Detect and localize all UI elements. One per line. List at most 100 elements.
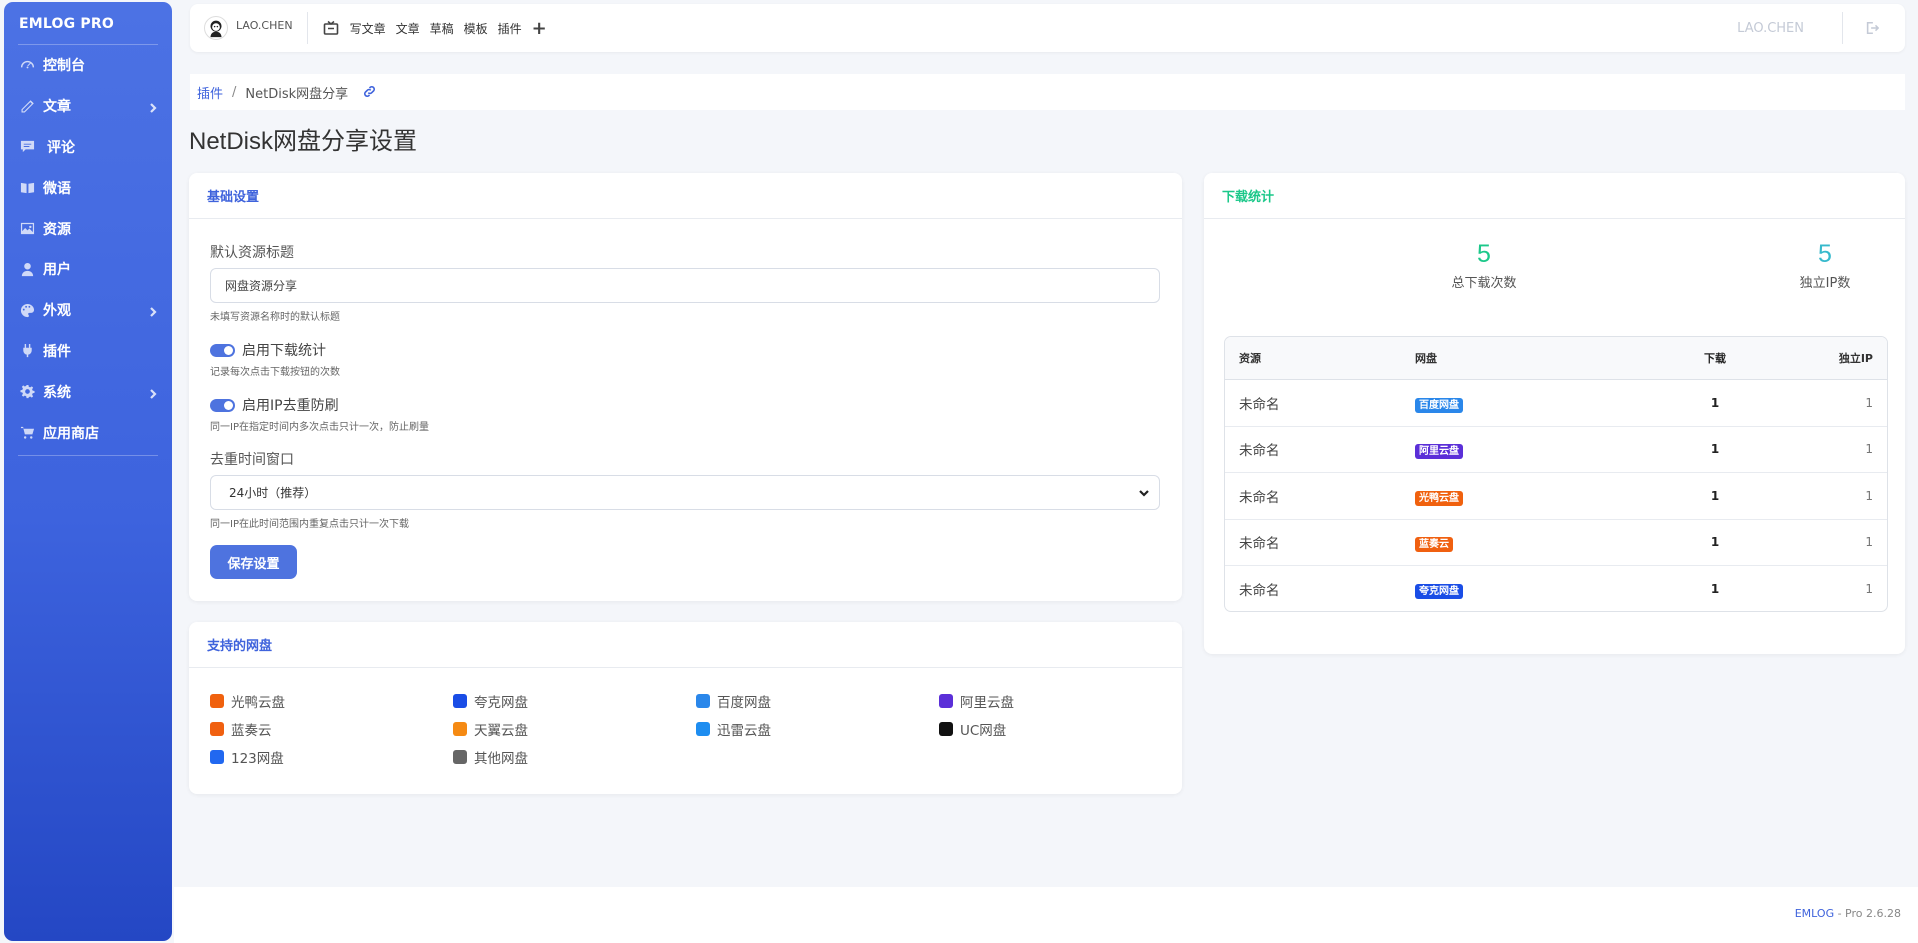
- sidebar-item-articles[interactable]: 文章: [4, 86, 172, 127]
- disk-badge: 光鸭云盘: [1415, 490, 1463, 506]
- chevron-right-icon: [148, 387, 158, 399]
- cell-resource: 未命名: [1239, 396, 1280, 413]
- sidebar-item-resources[interactable]: 资源: [4, 208, 172, 249]
- logout-icon[interactable]: [1865, 20, 1881, 36]
- color-swatch: [210, 750, 224, 764]
- color-swatch: [939, 722, 953, 736]
- micro-post-icon: [17, 180, 37, 196]
- breadcrumb-current: NetDisk网盘分享: [245, 86, 349, 102]
- sidebar: EMLOG PRO 控制台 文章 评论 微语 资源 用户 外观 插件 系统 应用…: [4, 2, 172, 941]
- default-title-input[interactable]: 网盘资源分享: [210, 268, 1160, 303]
- sidebar-item-system[interactable]: 系统: [4, 371, 172, 412]
- cell-disk: 光鸭云盘: [1415, 486, 1463, 506]
- total-downloads-label: 总下载次数: [1451, 276, 1517, 291]
- unique-ip-value: 5: [1818, 240, 1832, 268]
- divider: [306, 12, 308, 44]
- link-icon[interactable]: [363, 85, 377, 99]
- supported-disks-card: 支持的网盘 光鸭云盘 夸克网盘 百度网盘 阿里云盘 蓝奏云 天翼云盘 迅雷云盘 …: [189, 622, 1182, 794]
- sidebar-item-label: 用户: [43, 262, 71, 279]
- cell-downloads: 1: [1710, 535, 1720, 550]
- col-resource: 资源: [1239, 352, 1261, 365]
- avatar[interactable]: [204, 16, 228, 40]
- sidebar-item-plugins[interactable]: 插件: [4, 331, 172, 372]
- col-downloads: 下载: [1704, 352, 1726, 365]
- sidebar-item-users[interactable]: 用户: [4, 249, 172, 290]
- enable-stats-switch[interactable]: [210, 343, 235, 357]
- default-title-label: 默认资源标题: [210, 245, 294, 261]
- window-label: 去重时间窗口: [210, 452, 294, 468]
- unique-ip-label: 独立IP数: [1799, 276, 1851, 291]
- color-swatch: [210, 722, 224, 736]
- enable-stats-toggle-row[interactable]: 启用下载统计: [210, 340, 326, 360]
- enable-dedupe-help: 同一IP在指定时间内多次点击只计一次，防止刷量: [210, 422, 429, 433]
- color-swatch: [696, 694, 710, 708]
- cell-disk: 蓝奏云: [1415, 532, 1453, 553]
- cell-disk: 夸克网盘: [1415, 579, 1463, 600]
- breadcrumb: 插件 / NetDisk网盘分享: [190, 74, 1905, 110]
- nav-write-article[interactable]: 写文章: [350, 20, 386, 37]
- breadcrumb-plugins-link[interactable]: 插件: [197, 83, 223, 102]
- disk-item: 迅雷云盘: [696, 719, 771, 739]
- palette-icon: [17, 302, 37, 318]
- sidebar-item-appearance[interactable]: 外观: [4, 290, 172, 331]
- nav-articles[interactable]: 文章: [396, 20, 420, 37]
- sidebar-nav: 控制台 文章 评论 微语 资源 用户 外观 插件 系统 应用商店: [4, 45, 172, 453]
- table-row: 未命名 蓝奏云 1 1: [1225, 520, 1887, 566]
- enable-dedupe-toggle-row[interactable]: 启用IP去重防刷: [210, 395, 339, 415]
- table-row: 未命名 夸克网盘 1 1: [1225, 566, 1887, 611]
- plus-icon[interactable]: +: [532, 18, 547, 39]
- sidebar-item-label: 外观: [43, 303, 71, 320]
- gear-icon: [17, 384, 37, 400]
- cart-icon: [17, 425, 37, 441]
- table-row: 未命名 光鸭云盘 1 1: [1225, 473, 1887, 520]
- sidebar-item-micro-posts[interactable]: 微语: [4, 167, 172, 208]
- cell-downloads: 1: [1710, 488, 1720, 503]
- col-unique-ip: 独立IP: [1838, 352, 1873, 365]
- breadcrumb-separator: /: [232, 84, 237, 100]
- download-stats-card: 下载统计 5 总下载次数 5 独立IP数 资源 网盘 下载 独立IP 未命名 百…: [1204, 173, 1905, 654]
- sidebar-item-comments[interactable]: 评论: [4, 127, 172, 168]
- footer-brand-link[interactable]: EMLOG: [1795, 907, 1834, 920]
- sidebar-item-label: 控制台: [43, 58, 85, 75]
- username-right[interactable]: LAO.CHEN: [1737, 21, 1804, 36]
- cell-resource: 未命名: [1239, 536, 1280, 553]
- cell-unique-ip: 1: [1865, 535, 1873, 550]
- stats-table: 资源 网盘 下载 独立IP 未命名 百度网盘 1 1 未命名 阿里云盘 1 1 …: [1224, 336, 1888, 612]
- sidebar-item-label: 评论: [47, 139, 75, 156]
- card-header: 支持的网盘: [189, 622, 1182, 668]
- cell-disk: 百度网盘: [1415, 393, 1463, 413]
- enable-dedupe-switch[interactable]: [210, 398, 235, 412]
- sidebar-item-label: 资源: [43, 221, 71, 238]
- username[interactable]: LAO.CHEN: [236, 19, 293, 32]
- page-title: NetDisk网盘分享设置: [189, 128, 418, 155]
- cell-resource: 未命名: [1239, 583, 1280, 600]
- cell-unique-ip: 1: [1865, 582, 1873, 597]
- nav-templates[interactable]: 模板: [464, 20, 488, 37]
- disk-item: 百度网盘: [696, 691, 771, 711]
- plug-icon: [17, 343, 37, 359]
- sidebar-item-dashboard[interactable]: 控制台: [4, 45, 172, 86]
- nav-drafts[interactable]: 草稿: [430, 20, 454, 37]
- comment-icon: [17, 139, 37, 155]
- card-header: 下载统计: [1204, 173, 1905, 219]
- enable-stats-label: 启用下载统计: [242, 343, 326, 359]
- dedupe-window-select[interactable]: 24小时（推荐）: [210, 475, 1160, 510]
- window-help: 同一IP在此时间范围内重复点击只计一次下载: [210, 519, 409, 530]
- disk-item: 123网盘: [210, 747, 284, 767]
- sidebar-item-label: 系统: [43, 384, 71, 401]
- dashboard-gauge-icon: [17, 57, 37, 73]
- col-disk: 网盘: [1415, 352, 1437, 365]
- save-settings-button[interactable]: 保存设置: [210, 545, 297, 579]
- sidebar-item-app-store[interactable]: 应用商店: [4, 412, 172, 453]
- brand-logo[interactable]: EMLOG PRO: [4, 2, 172, 44]
- cell-downloads: 1: [1710, 582, 1720, 597]
- cell-unique-ip: 1: [1865, 395, 1873, 410]
- color-swatch: [453, 694, 467, 708]
- disk-item: 阿里云盘: [939, 691, 1014, 711]
- nav-plugins[interactable]: 插件: [498, 20, 522, 37]
- disk-item: UC网盘: [939, 719, 1006, 739]
- cell-disk: 阿里云盘: [1415, 439, 1463, 460]
- table-row: 未命名 阿里云盘 1 1: [1225, 427, 1887, 473]
- tv-icon[interactable]: [322, 19, 340, 37]
- basic-settings-card: 基础设置 默认资源标题 网盘资源分享 未填写资源名称时的默认标题 启用下载统计 …: [189, 173, 1182, 601]
